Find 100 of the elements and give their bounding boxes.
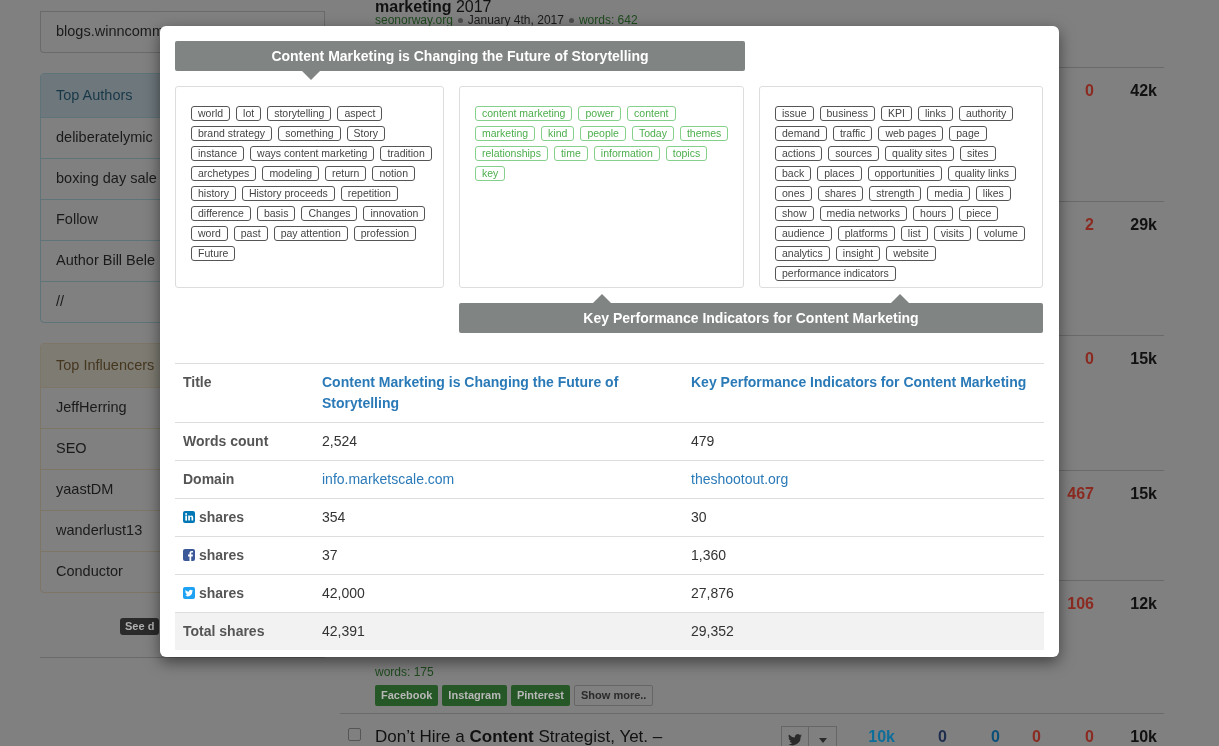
post-title[interactable]: marketing 2017	[375, 0, 1164, 14]
post-title[interactable]: Don’t Hire a Content Strategist, Yet. –	[375, 724, 781, 746]
keyword-tag: something	[278, 126, 341, 141]
keyword-tag: links	[917, 106, 953, 121]
keyword-tag: innovation	[363, 206, 426, 221]
table-value: 2,524	[322, 433, 358, 449]
keyword-tag: past	[233, 226, 268, 241]
keyword-tag: insight	[835, 246, 881, 261]
keyword-tag: places	[817, 166, 862, 181]
row-label: shares	[199, 508, 245, 527]
keyword-tag: sources	[828, 146, 880, 161]
table-value: 27,876	[691, 585, 734, 601]
keyword-tag: Future	[191, 246, 236, 261]
table-value: 37	[322, 547, 338, 563]
keyword-tag: brand strategy	[191, 126, 273, 141]
table-value: 30	[691, 509, 707, 525]
keyword-tag: History proceeds	[241, 186, 335, 201]
keyword-tag: business	[819, 106, 875, 121]
table-value: 42,391	[322, 623, 365, 639]
keyword-tag: profession	[353, 226, 417, 241]
keyword-tag: Story	[346, 126, 386, 141]
bird-icon	[788, 734, 802, 746]
keyword-tag: sites	[959, 146, 996, 161]
keyword-tag: time	[553, 146, 588, 161]
keyword-tag: basis	[256, 206, 296, 221]
keyword-tag: likes	[975, 186, 1011, 201]
keyword-tag: ones	[775, 186, 812, 201]
domain-link[interactable]: theshootout.org	[691, 471, 789, 487]
table-value: 1,360	[691, 547, 727, 563]
facebook-icon	[183, 549, 195, 561]
keyword-tag: performance indicators	[775, 266, 896, 281]
keyword-tag: difference	[191, 206, 251, 221]
keyword-tag: topics	[665, 146, 708, 161]
post-checkbox[interactable]	[348, 728, 361, 741]
row-label: Domain	[183, 470, 235, 489]
keyword-tag: hours	[913, 206, 954, 221]
keyword-tag: KPI	[880, 106, 912, 121]
keyword-tag: tradition	[380, 146, 432, 161]
tag-button[interactable]: Instagram	[442, 685, 507, 706]
keyword-tag: repetition	[340, 186, 398, 201]
tweet-button[interactable]	[781, 726, 809, 746]
keyword-tag: piece	[959, 206, 999, 221]
share-count: 0	[1084, 349, 1094, 369]
total-count: 15k	[1129, 349, 1157, 369]
keyword-tag: website	[886, 246, 936, 261]
keyword-tag: media	[927, 186, 970, 201]
word-count: words: 642	[578, 14, 638, 26]
keyword-tag: platforms	[837, 226, 895, 241]
show-more-button[interactable]: Show more..	[574, 685, 654, 706]
row-label: shares	[199, 546, 245, 565]
keyword-tag: show	[775, 206, 814, 221]
keyword-tag: demand	[775, 126, 827, 141]
caret-icon	[818, 737, 827, 743]
keyword-tag: issue	[775, 106, 814, 121]
keyword-tag: shares	[817, 186, 864, 201]
keyword-tag: kind	[541, 126, 575, 141]
keyword-tag: Changes	[301, 206, 358, 221]
total-count: 15k	[1129, 484, 1157, 504]
share-count: 10k	[867, 727, 895, 746]
tag-button[interactable]: Facebook	[375, 685, 439, 706]
share-count: 0	[1084, 727, 1094, 746]
keyword-tag: return	[325, 166, 367, 181]
total-count: 42k	[1129, 81, 1157, 101]
linkedin-icon	[183, 511, 195, 523]
keyword-tag: relationships	[475, 146, 548, 161]
row-label: Total shares	[183, 622, 265, 641]
see-details-button[interactable]: See d	[120, 618, 160, 635]
keyword-tag: quality links	[947, 166, 1016, 181]
keyword-tag: opportunities	[867, 166, 942, 181]
keyword-tag: people	[580, 126, 626, 141]
keyword-tag: lot	[236, 106, 262, 121]
keyword-tag: marketing	[475, 126, 536, 141]
banner-title: Content Marketing is Changing the Future of Storytelling	[271, 46, 649, 66]
share-count: 0	[937, 727, 947, 746]
keyword-tag: history	[191, 186, 236, 201]
total-count: 12k	[1129, 594, 1157, 614]
article-link[interactable]: Key Performance Indicators for Content Marketing	[691, 372, 1036, 393]
twitter-icon	[183, 587, 195, 599]
banner-title: Key Performance Indicators for Content Marketing	[583, 308, 919, 328]
keyword-tag: pay attention	[273, 226, 348, 241]
keyword-tag: volume	[977, 226, 1025, 241]
domain-link[interactable]: info.marketscale.com	[322, 471, 455, 487]
post-date: January 4th, 2017	[467, 14, 564, 26]
post-domain[interactable]: seonorway.org	[375, 14, 453, 26]
keyword-tag: strength	[869, 186, 922, 201]
row-label: Words count	[183, 432, 269, 451]
keyword-tag: back	[775, 166, 812, 181]
table-value: 479	[691, 433, 715, 449]
tag-button[interactable]: Pinterest	[510, 685, 570, 706]
keyword-tag: list	[900, 226, 928, 241]
keyword-tag: web pages	[878, 126, 944, 141]
keyword-tag: information	[593, 146, 660, 161]
keyword-tag: quality sites	[885, 146, 954, 161]
keyword-tag: visits	[933, 226, 971, 241]
share-count: 0	[1084, 81, 1094, 101]
share-count: 0	[1031, 727, 1041, 746]
article-link[interactable]: Content Marketing is Changing the Future of Storytelling	[322, 372, 675, 414]
keyword-tag: key	[475, 166, 506, 181]
keyword-tag: content marketing	[475, 106, 573, 121]
dropdown-toggle-button[interactable]	[809, 726, 837, 746]
